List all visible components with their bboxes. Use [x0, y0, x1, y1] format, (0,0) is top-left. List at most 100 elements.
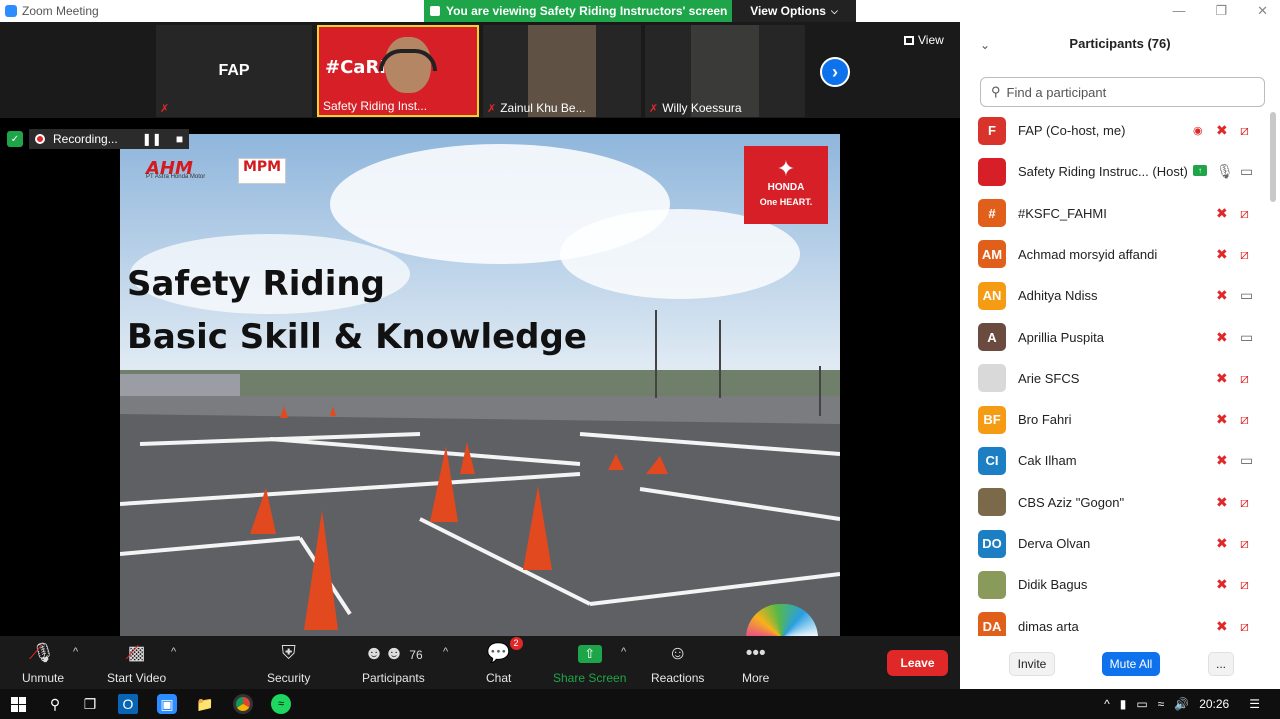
mic-muted-icon[interactable]: ✖	[1216, 370, 1228, 387]
mic-muted-icon[interactable]: ✖	[1216, 329, 1228, 346]
spotify-icon[interactable]: ≈	[271, 694, 291, 714]
pause-icon[interactable]: ❚❚	[142, 132, 162, 146]
participant-row[interactable]: CI Cak Ilham ✖ ▭	[960, 440, 1270, 481]
usb-icon[interactable]: ▮	[1120, 697, 1127, 711]
mic-muted-icon[interactable]: ✖	[1216, 452, 1228, 469]
thumbnail-label: ✗ Zainul Khu Be...	[487, 101, 586, 115]
video-off-icon[interactable]: ⧄	[1240, 122, 1249, 139]
mic-muted-icon[interactable]: ✖	[1216, 535, 1228, 552]
next-page-arrow-icon[interactable]: ›	[820, 57, 850, 87]
participant-row[interactable]: # #KSFC_FAHMI ✖ ⧄	[960, 193, 1270, 234]
participants-button[interactable]: ☻☻ 76 Participants	[362, 641, 425, 685]
participant-row[interactable]: A Aprillia Puspita ✖ ▭	[960, 317, 1270, 358]
video-icon[interactable]: ▭	[1240, 163, 1253, 180]
thumbnail-name: Willy Koessura	[662, 101, 742, 115]
clock[interactable]: 20:26	[1199, 697, 1229, 711]
search-icon[interactable]: ⚲	[45, 694, 65, 714]
chevron-down-icon[interactable]: ⌄	[980, 38, 990, 52]
video-icon[interactable]: ▭	[1240, 287, 1253, 304]
more-options-button[interactable]: ...	[1208, 652, 1234, 676]
search-input[interactable]	[1006, 84, 1247, 100]
video-icon[interactable]: ▭	[1240, 452, 1253, 469]
outlook-icon[interactable]: O	[118, 694, 138, 714]
stop-icon[interactable]: ■	[176, 132, 183, 146]
avatar: BF	[978, 405, 1006, 434]
encryption-shield-icon[interactable]: ✓	[7, 131, 23, 147]
wifi-icon[interactable]: ≈	[1158, 697, 1165, 711]
avatar: F	[978, 116, 1006, 145]
chrome-icon[interactable]	[233, 694, 253, 714]
security-button[interactable]: ⛨ Security	[267, 641, 310, 685]
video-off-icon[interactable]: ⧄	[1240, 205, 1249, 222]
participant-row[interactable]: AN Adhitya Ndiss ✖ ▭	[960, 275, 1270, 316]
video-off-icon[interactable]: ⧄	[1240, 370, 1249, 387]
thumbnail-fap[interactable]: FAP ✗	[156, 25, 312, 117]
chevron-up-icon[interactable]: ^	[443, 646, 448, 658]
mic-icon[interactable]: 🎙	[1216, 163, 1234, 180]
video-off-icon[interactable]: ⧄	[1240, 576, 1249, 593]
avatar	[978, 157, 1006, 186]
volume-icon[interactable]: 🔊	[1174, 697, 1189, 711]
mic-muted-icon[interactable]: ✖	[1216, 494, 1228, 511]
more-button[interactable]: ••• More	[742, 641, 769, 685]
view-layout-button[interactable]: View	[904, 33, 944, 47]
mute-all-button[interactable]: Mute All	[1102, 652, 1160, 676]
reactions-label: Reactions	[651, 671, 705, 685]
chevron-up-icon[interactable]: ^	[621, 646, 626, 658]
start-video-button[interactable]: ▩ ⟋ Start Video	[107, 641, 166, 685]
mic-muted-icon[interactable]: ✖	[1216, 411, 1228, 428]
windows-logo-icon	[10, 696, 26, 712]
mic-muted-icon[interactable]: ✖	[1216, 122, 1228, 139]
participant-row[interactable]: BF Bro Fahri ✖ ⧄	[960, 399, 1270, 440]
video-off-icon[interactable]: ⧄	[1240, 246, 1249, 263]
share-screen-button[interactable]: ⇧ Share Screen	[553, 641, 626, 685]
chat-button[interactable]: 💬 2 Chat	[486, 637, 523, 685]
participant-row[interactable]: Safety Riding Instruc... (Host) ↑ 🎙 ▭	[960, 151, 1270, 192]
battery-icon[interactable]: ▭	[1136, 697, 1147, 711]
participant-row[interactable]: DA dimas arta ✖ ⧄	[960, 606, 1270, 636]
windows-start-button[interactable]	[8, 694, 28, 714]
share-screen-icon: ⇧	[577, 645, 602, 663]
video-off-icon[interactable]: ⧄	[1240, 411, 1249, 428]
chat-icon: 💬 2	[487, 637, 523, 667]
thumbnail-willy[interactable]: ✗ Willy Koessura	[645, 25, 805, 117]
video-off-icon[interactable]: ⧄	[1240, 494, 1249, 511]
notifications-icon[interactable]: ☰	[1249, 697, 1260, 711]
thumbnail-zainul[interactable]: ✗ Zainul Khu Be...	[483, 25, 641, 117]
mic-muted-icon[interactable]: ✖	[1216, 618, 1228, 635]
chevron-up-icon[interactable]: ^	[171, 646, 176, 658]
mic-muted-icon[interactable]: ✖	[1216, 287, 1228, 304]
participant-row[interactable]: F FAP (Co-host, me) ◉ ✖ ⧄	[960, 110, 1270, 151]
participant-search[interactable]: ⚲	[980, 77, 1265, 107]
participant-name: FAP (Co-host, me)	[1018, 123, 1126, 138]
smiley-icon: ☺	[667, 643, 688, 664]
reactions-button[interactable]: ☺ Reactions	[651, 641, 704, 685]
participant-row[interactable]: Didik Bagus ✖ ⧄	[960, 564, 1270, 605]
file-explorer-icon[interactable]: 📁	[195, 694, 215, 714]
restore-icon[interactable]: ❐	[1215, 3, 1227, 19]
thumbnail-safety-riding[interactable]: #CaRI an Safety Riding Inst...	[317, 25, 479, 117]
participant-list-scrollbar[interactable]	[1270, 112, 1276, 202]
unmute-label: Unmute	[22, 671, 65, 685]
video-off-icon[interactable]: ⧄	[1240, 618, 1249, 635]
mic-muted-icon[interactable]: ✖	[1216, 576, 1228, 593]
unmute-button[interactable]: 🎙 ⟋ Unmute	[22, 641, 64, 685]
zoom-icon[interactable]: ▣	[157, 694, 177, 714]
participant-row[interactable]: CBS Aziz "Gogon" ✖ ⧄	[960, 482, 1270, 523]
chevron-up-icon[interactable]: ^	[1104, 697, 1110, 711]
more-label: More	[742, 671, 770, 685]
mic-muted-icon[interactable]: ✖	[1216, 205, 1228, 222]
mic-muted-icon[interactable]: ✖	[1216, 246, 1228, 263]
view-options-button[interactable]: View Options ⌵	[732, 0, 856, 22]
invite-button[interactable]: Invite	[1009, 652, 1055, 676]
minimize-icon[interactable]: —	[1172, 3, 1185, 19]
task-view-icon[interactable]: ❐	[80, 694, 100, 714]
participant-row[interactable]: Arie SFCS ✖ ⧄	[960, 358, 1270, 399]
leave-button[interactable]: Leave	[887, 650, 948, 676]
video-icon[interactable]: ▭	[1240, 329, 1253, 346]
participant-row[interactable]: DO Derva Olvan ✖ ⧄	[960, 523, 1270, 564]
participant-row[interactable]: AM Achmad morsyid affandi ✖ ⧄	[960, 234, 1270, 275]
video-off-icon[interactable]: ⧄	[1240, 535, 1249, 552]
chevron-up-icon[interactable]: ^	[73, 646, 78, 658]
close-icon[interactable]: ✕	[1257, 3, 1268, 19]
